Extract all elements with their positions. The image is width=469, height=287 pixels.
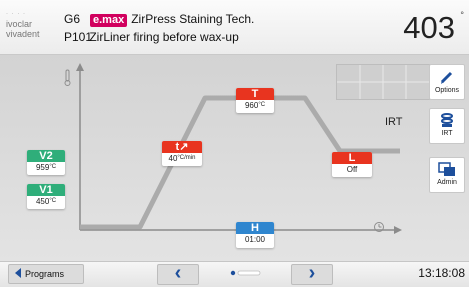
v1-value: 450 [35, 197, 50, 206]
holding-temp-step-box[interactable]: T 960°C [236, 88, 274, 113]
admin-label: Admin [437, 179, 457, 186]
options-label: Options [434, 87, 460, 94]
prev-page-button[interactable]: ‹ [157, 262, 199, 285]
v1-step-box[interactable]: V1 450°C [27, 184, 65, 209]
options-button[interactable]: Options [429, 64, 465, 100]
irt-sensor-icon [441, 113, 453, 127]
pencil-icon [440, 71, 453, 84]
v2-unit: °C [49, 164, 57, 170]
next-page-button[interactable]: › [291, 262, 333, 285]
program-name: ZirPress Staining Tech. [131, 12, 255, 26]
ivoclar-logo: · · · · ivoclar vivadent [6, 11, 40, 39]
x-axis-arrow [394, 226, 402, 234]
programs-label: Programs [25, 269, 65, 279]
heat-rate-step-box[interactable]: t↗ 40°C/min [162, 141, 202, 166]
thermometer-icon [64, 69, 71, 86]
irt-button-label: IRT [441, 130, 453, 137]
chevron-left-icon: ‹ [174, 262, 182, 284]
long-cooling-label: L [332, 152, 372, 164]
long-cooling-value: Off [346, 165, 358, 174]
page-dot-inactive [237, 270, 261, 276]
clock-time: 13:18:08 [418, 266, 465, 280]
slot-label: G6 [64, 12, 81, 26]
v1-unit: °C [49, 198, 57, 204]
emax-badge: e.max [90, 14, 128, 27]
chevron-right-icon: › [308, 262, 316, 284]
y-axis-arrow [76, 63, 84, 71]
back-arrow-icon [15, 268, 21, 278]
program-number: P101 [64, 30, 93, 44]
page-indicator [230, 270, 261, 276]
programs-button[interactable]: Programs [8, 264, 84, 284]
admin-button[interactable]: Admin [429, 157, 465, 193]
program-title-line: G6 e.max ZirPress Staining Tech. [64, 12, 254, 27]
v1-label: V1 [27, 184, 65, 196]
admin-icon [438, 162, 455, 176]
v2-value: 959 [35, 163, 50, 172]
page-dot-active [230, 270, 236, 276]
current-temperature: 403 [403, 10, 455, 45]
program-desc-line: P101 ZirLiner firing before wax-up [64, 30, 239, 44]
heat-rate-label: t↗ [162, 141, 202, 153]
holding-time-label: H [236, 222, 274, 234]
irt-status-text: IRT [385, 116, 403, 128]
irt-button[interactable]: IRT [429, 108, 465, 144]
program-description: ZirLiner firing before wax-up [89, 30, 239, 44]
v2-step-box[interactable]: V2 959°C [27, 150, 65, 175]
holding-time-value: 01:00 [244, 235, 266, 244]
grid-lines [337, 65, 429, 99]
holding-temp-unit: °C [258, 102, 266, 108]
v2-label: V2 [27, 150, 65, 162]
heat-rate-unit: °C/min [177, 155, 196, 161]
holding-temp-label: T [236, 88, 274, 100]
temperature-unit: ° [460, 10, 464, 20]
holding-time-step-box[interactable]: H 01:00 [236, 222, 274, 248]
long-cooling-step-box[interactable]: L Off [332, 152, 372, 177]
holding-temp-value: 960 [244, 101, 259, 110]
header-bar [0, 0, 469, 55]
display-grid-panel [336, 64, 430, 100]
